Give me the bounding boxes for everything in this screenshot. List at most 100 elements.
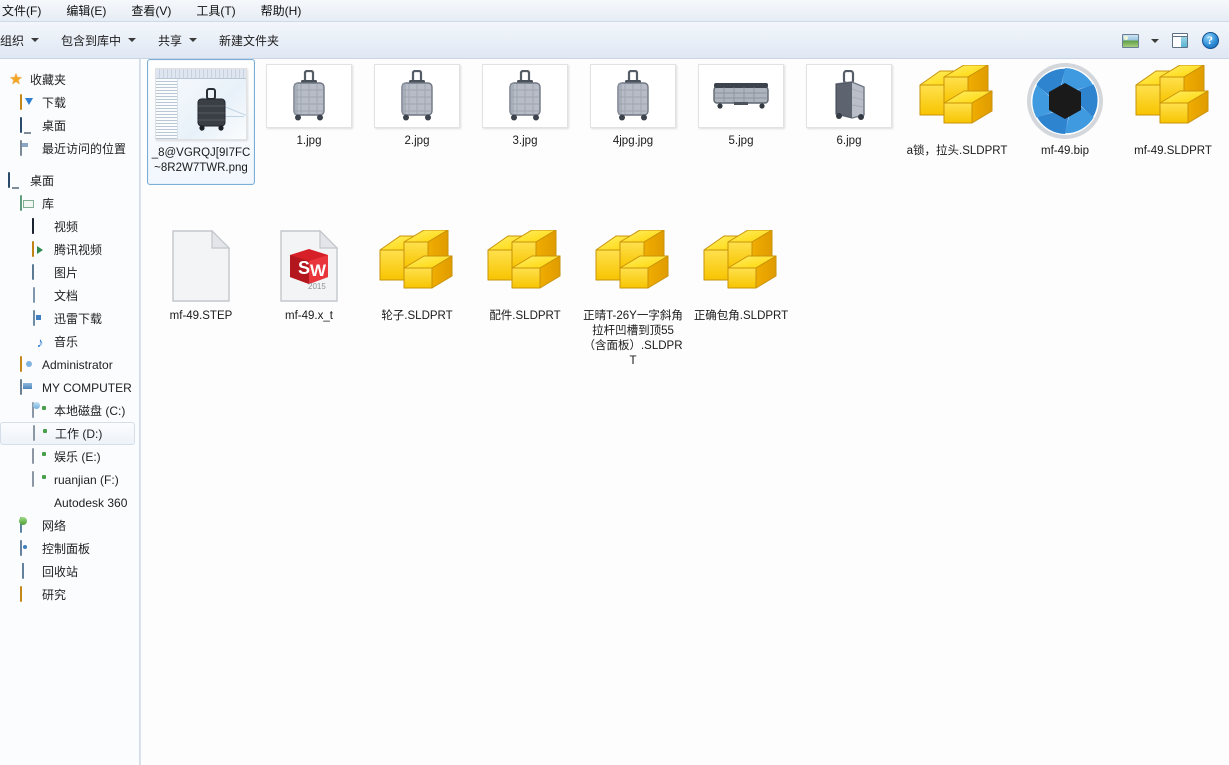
autodesk-360-icon (32, 495, 48, 511)
sidebar-item-drive-icon[interactable]: 工作 (D:) (0, 422, 135, 445)
menu-view[interactable]: 查看(V) (119, 1, 184, 21)
sidebar-item-download-folder-icon[interactable]: 下载 (0, 91, 139, 114)
navigation-pane[interactable]: ★ 收藏夹 下载 桌面 最近访问的位置 桌面库视频 腾讯视频 图片 文档 迅雷下载 ♪ 音乐 Admin… (0, 59, 140, 765)
control-panel-icon (20, 539, 36, 557)
solidworks-part-icon (379, 230, 453, 289)
file-icon (1122, 64, 1224, 138)
organize-button[interactable]: 组织 (0, 28, 50, 53)
file-name-label: 5.jpg (728, 135, 754, 147)
suitcase-image (617, 70, 649, 121)
sidebar-item-desktop-icon[interactable]: 桌面 (0, 114, 139, 137)
new-folder-label: 新建文件夹 (219, 33, 280, 48)
sidebar-item-star-icon[interactable]: ★ 收藏夹 (0, 68, 139, 91)
file-icon (690, 229, 792, 303)
drive-icon (33, 424, 49, 442)
file-item[interactable]: a锁，拉头.SLDPRT (903, 59, 1011, 164)
sidebar-item-folder-icon[interactable]: 研究 (0, 583, 139, 606)
sidebar-item-label: Autodesk 360 (54, 495, 128, 510)
sidebar-item-recent-places-icon[interactable]: 最近访问的位置 (0, 137, 139, 160)
sidebar-item-label: Administrator (42, 357, 113, 372)
sidebar-item-label: 下载 (42, 96, 67, 110)
solidworks-part-icon (919, 65, 993, 124)
file-item[interactable]: 4jpg.jpg (579, 59, 687, 154)
generic-file-icon (172, 229, 231, 302)
sidebar-item-network-icon[interactable]: 网络 (0, 514, 139, 537)
sidebar-item-control-panel-icon[interactable]: 控制面板 (0, 537, 139, 560)
file-item[interactable]: 配件.SLDPRT (471, 224, 579, 329)
menu-file[interactable]: 文件(F) (0, 1, 54, 21)
file-name-label: 6.jpg (836, 135, 862, 147)
sidebar-item-user-folder-icon[interactable]: Administrator (0, 353, 139, 376)
include-in-library-button[interactable]: 包含到库中 (50, 28, 147, 53)
documents-icon (32, 286, 48, 304)
sidebar-item-music-icon[interactable]: ♪ 音乐 (0, 330, 139, 353)
sidebar-item-label: 最近访问的位置 (42, 142, 127, 156)
sidebar-item-thunder-download-icon[interactable]: 迅雷下载 (0, 307, 139, 330)
view-mode-button[interactable] (1115, 28, 1145, 54)
network-icon (20, 516, 36, 534)
file-item[interactable]: 6.jpg (795, 59, 903, 154)
file-item[interactable]: 1.jpg (255, 59, 363, 154)
sidebar-group-desktop-tree: 桌面库视频 腾讯视频 图片文档迅雷下载 ♪ 音乐 Administrator MY COMP… (0, 169, 139, 606)
file-item[interactable]: 2.jpg (363, 59, 471, 154)
file-item[interactable]: mf-49.SLDPRT (1119, 59, 1227, 164)
sidebar-item-video-icon[interactable]: 视频 (0, 215, 139, 238)
chevron-down-icon (189, 38, 198, 42)
sidebar-item-documents-icon[interactable]: 文档 (0, 284, 139, 307)
sidebar-item-tencent-video-icon[interactable]: 腾讯视频 (0, 238, 139, 261)
svg-text:W: W (310, 261, 327, 280)
sidebar-item-drive-icon[interactable]: ruanjian (F:) (0, 468, 139, 491)
drive-icon (32, 447, 48, 465)
menu-edit[interactable]: 编辑(E) (54, 1, 119, 21)
sidebar-item-system-drive-icon[interactable]: 本地磁盘 (C:) (0, 399, 139, 422)
sidebar-item-label: ruanjian (F:) (54, 472, 119, 487)
file-item[interactable]: S W 2015 mf-49.x_t (255, 224, 363, 329)
svg-text:S: S (298, 258, 310, 278)
menu-help[interactable]: 帮助(H) (249, 1, 315, 21)
new-folder-button[interactable]: 新建文件夹 (208, 28, 290, 53)
share-button[interactable]: 共享 (147, 28, 208, 53)
file-name-label: mf-49.SLDPRT (1134, 145, 1212, 157)
file-name-label: mf-49.x_t (285, 310, 333, 322)
sidebar-item-label: 文档 (54, 289, 79, 303)
preview-pane-icon (1172, 33, 1188, 48)
menu-bar: 文件(F) 编辑(E) 查看(V) 工具(T) 帮助(H) (0, 0, 1229, 22)
file-item[interactable]: 5.jpg (687, 59, 795, 154)
sidebar-item-drive-icon[interactable]: 娱乐 (E:) (0, 445, 139, 468)
sidebar-item-label: 桌面 (30, 174, 55, 188)
sidebar-item-desktop-icon[interactable]: 桌面 (0, 169, 139, 192)
star-icon: ★ (9, 70, 23, 88)
solidworks-part-icon (487, 230, 561, 289)
pictures-icon (32, 263, 48, 281)
file-item[interactable]: 轮子.SLDPRT (363, 224, 471, 329)
file-item[interactable]: 正晴T-26Y一字斜角拉杆凹槽到顶55（含面板）.SLDPRT (579, 224, 687, 374)
file-name-label: 正晴T-26Y一字斜角拉杆凹槽到顶55（含面板）.SLDPRT (583, 310, 683, 367)
file-item[interactable]: mf-49.STEP (147, 224, 255, 329)
keyshot-file-icon (1025, 61, 1105, 141)
preview-pane-button[interactable] (1165, 28, 1195, 54)
menu-tools[interactable]: 工具(T) (184, 1, 248, 21)
sidebar-item-pictures-icon[interactable]: 图片 (0, 261, 139, 284)
sidebar-item-autodesk-360-icon[interactable]: Autodesk 360 (0, 491, 139, 514)
file-icon (1014, 61, 1116, 141)
file-thumbnail (266, 64, 352, 128)
help-button[interactable]: ? (1195, 28, 1225, 54)
file-icon (582, 229, 684, 303)
system-drive-icon (32, 401, 48, 419)
file-item[interactable]: 3.jpg (471, 59, 579, 154)
sidebar-item-library-icon[interactable]: 库 (0, 192, 139, 215)
command-toolbar: 组织 包含到库中 共享 新建文件夹 ? (0, 22, 1229, 59)
file-item[interactable]: mf-49.bip (1011, 59, 1119, 164)
sidebar-item-computer-icon[interactable]: MY COMPUTER (0, 376, 139, 399)
file-list-pane[interactable]: _8@VGRQJ[9I7FC~8R2W7TWR.png 1.jpg 2.jpg 3.j… (141, 59, 1229, 765)
solidworks-part-icon (1135, 65, 1209, 124)
sidebar-item-recycle-bin-icon[interactable]: 回收站 (0, 560, 139, 583)
thunder-download-icon (32, 309, 48, 327)
sidebar-item-label: 控制面板 (42, 542, 91, 556)
file-name-label: 正确包角.SLDPRT (693, 310, 789, 322)
sidebar-item-label: 库 (42, 197, 55, 211)
file-item[interactable]: 正确包角.SLDPRT (687, 224, 795, 329)
file-item[interactable]: _8@VGRQJ[9I7FC~8R2W7TWR.png (147, 59, 255, 185)
view-mode-dropdown-button[interactable] (1145, 28, 1165, 54)
share-label: 共享 (158, 33, 183, 48)
